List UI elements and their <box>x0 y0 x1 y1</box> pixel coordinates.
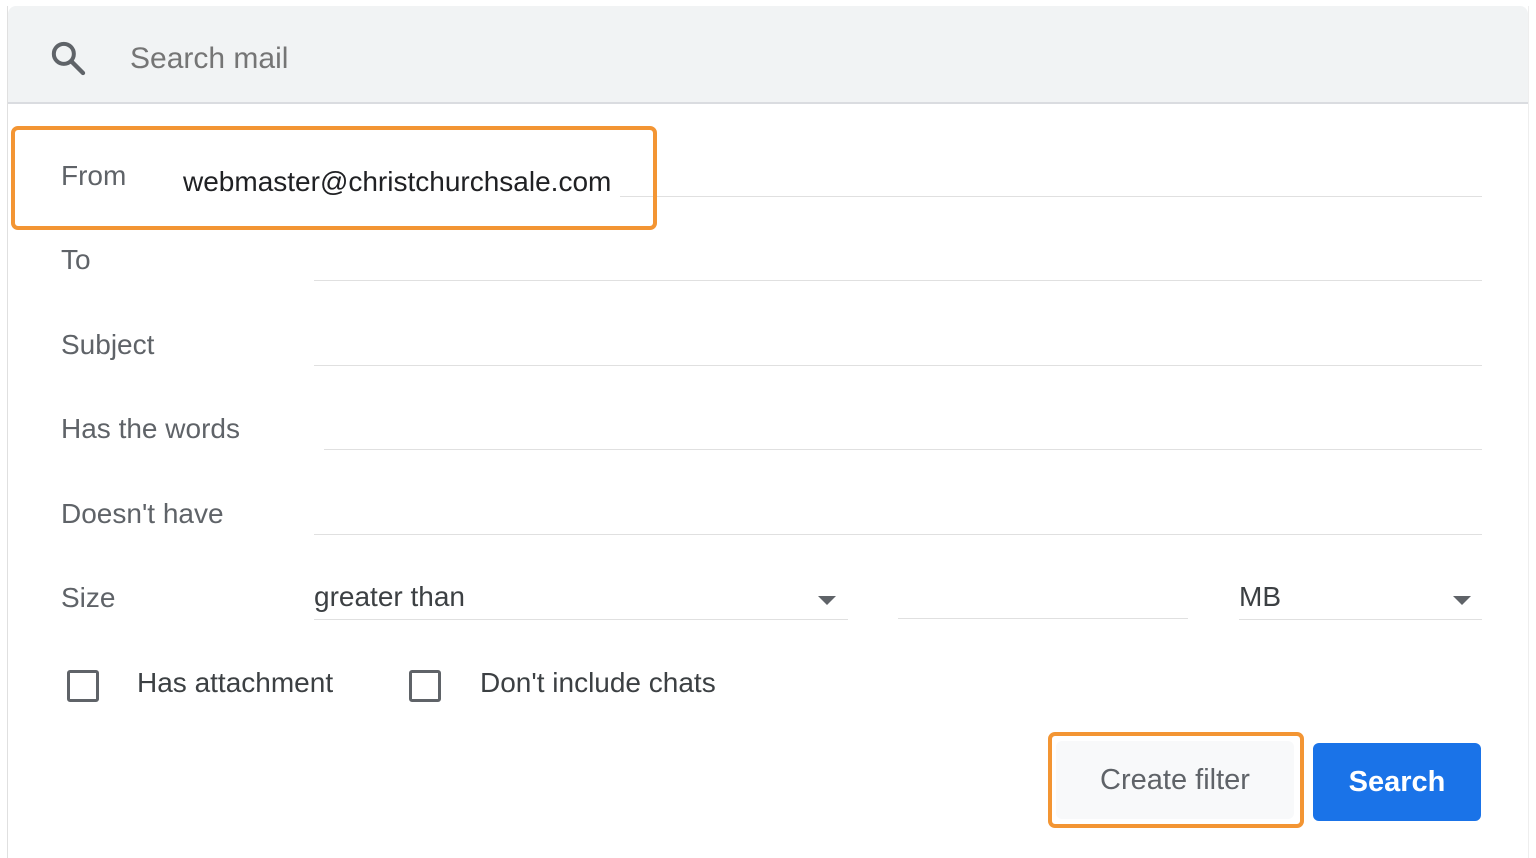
subject-field[interactable] <box>314 325 1482 365</box>
to-field-underline <box>314 280 1482 281</box>
chevron-down-icon <box>818 596 836 605</box>
search-input[interactable] <box>128 30 1432 88</box>
chevron-down-icon <box>1453 596 1471 605</box>
to-label: To <box>61 244 91 275</box>
doesnt-have-label: Doesn't have <box>61 498 224 529</box>
search-button[interactable]: Search <box>1313 743 1481 821</box>
size-comparator-select[interactable]: greater than <box>314 568 848 620</box>
from-label: From <box>61 160 127 191</box>
size-label: Size <box>61 582 116 613</box>
size-unit-select[interactable]: MB <box>1239 568 1482 620</box>
dont-include-chats-label[interactable]: Don't include chats <box>480 666 716 700</box>
to-field[interactable] <box>314 240 1482 280</box>
size-amount-underline <box>898 618 1188 619</box>
has-words-label: Has the words <box>61 413 240 444</box>
has-words-field[interactable] <box>324 409 1482 449</box>
size-comparator-value: greater than <box>314 581 465 612</box>
advanced-search-panel: From webmaster@christchurchsale.com To S… <box>7 6 1529 858</box>
from-field-underline <box>620 196 1482 197</box>
has-words-field-underline <box>324 449 1482 450</box>
doesnt-have-field-underline <box>314 534 1482 535</box>
gmail-search-options: From webmaster@christchurchsale.com To S… <box>0 0 1536 858</box>
subject-label: Subject <box>61 329 155 360</box>
search-icon[interactable] <box>48 38 88 78</box>
subject-field-underline <box>314 365 1482 366</box>
from-field[interactable]: webmaster@christchurchsale.com <box>183 165 611 199</box>
search-bar <box>8 6 1528 104</box>
dont-include-chats-checkbox[interactable] <box>409 670 441 702</box>
size-unit-value: MB <box>1239 581 1281 612</box>
doesnt-have-field[interactable] <box>314 494 1482 534</box>
create-filter-button[interactable]: Create filter <box>1056 741 1294 819</box>
size-amount-field[interactable] <box>898 578 1188 618</box>
has-attachment-checkbox[interactable] <box>67 670 99 702</box>
has-attachment-label[interactable]: Has attachment <box>137 666 333 700</box>
